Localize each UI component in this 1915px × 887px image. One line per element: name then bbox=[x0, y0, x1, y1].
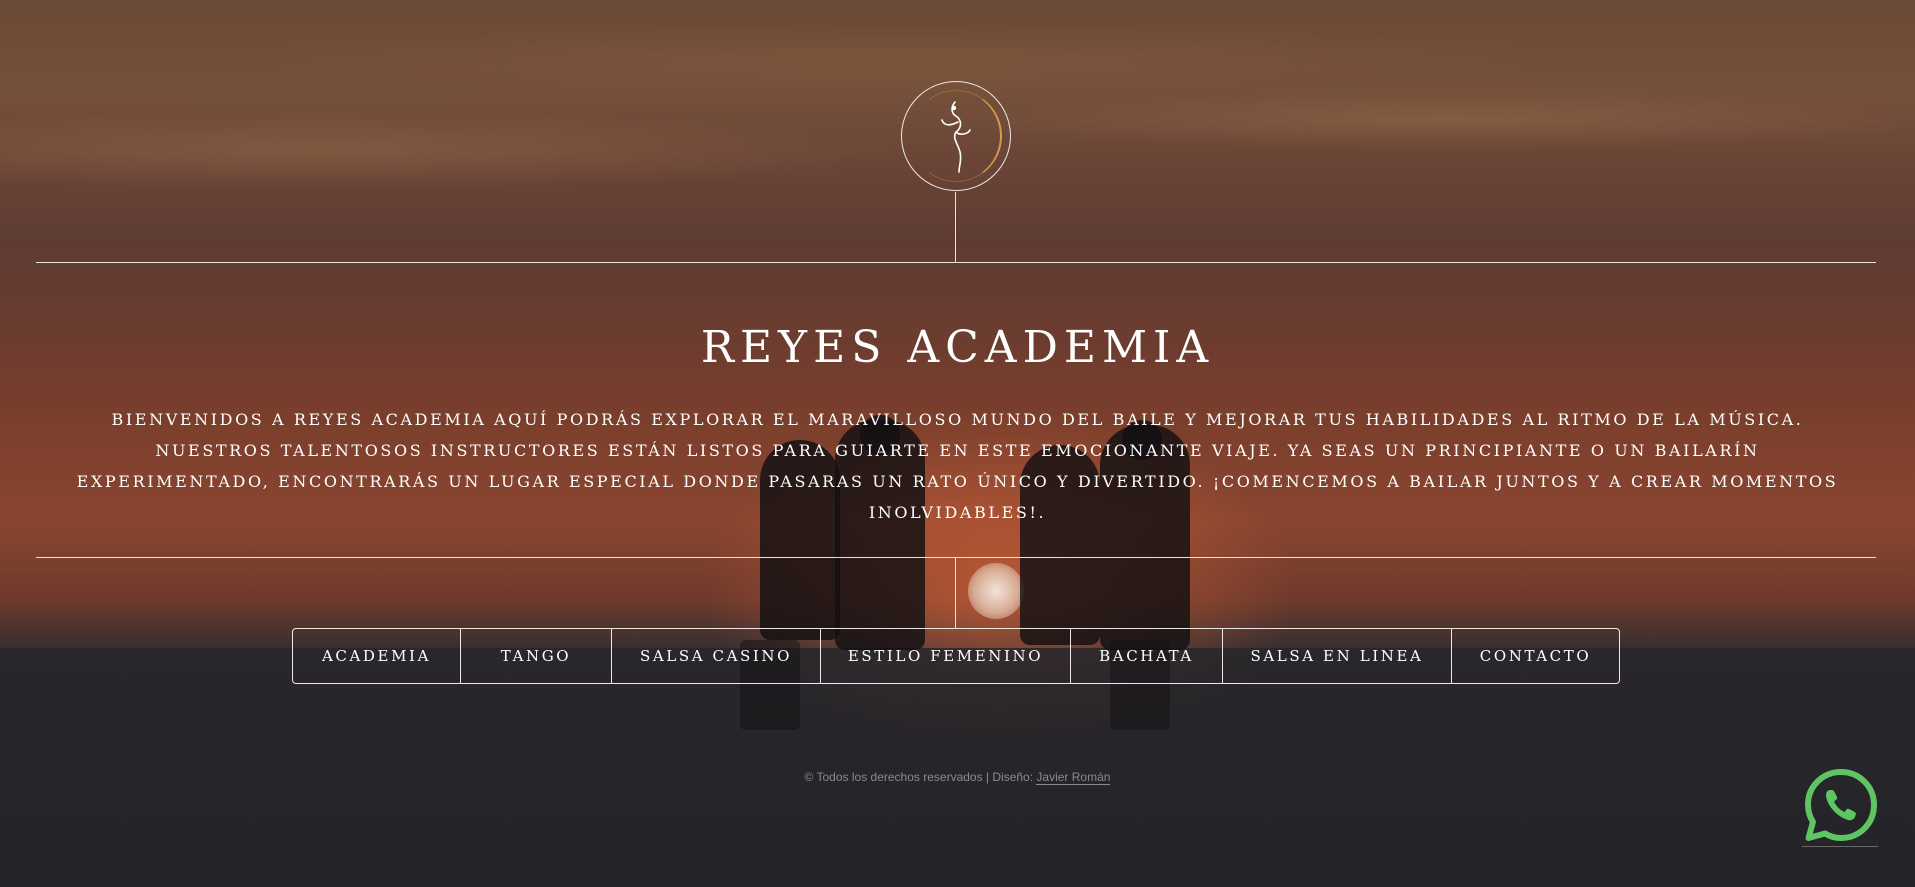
nav-tango[interactable]: TANGO bbox=[461, 629, 612, 683]
nav-connector-line bbox=[955, 557, 956, 628]
page-title: REYES ACADEMIA bbox=[700, 322, 1215, 373]
academy-logo[interactable] bbox=[901, 81, 1011, 191]
intro-text: Bienvenidos a Reyes Academia aquí podrás… bbox=[76, 410, 1839, 522]
bottom-divider bbox=[36, 557, 1876, 558]
top-divider bbox=[36, 262, 1876, 263]
footer: © Todos los derechos reservados | Diseño… bbox=[0, 770, 1915, 785]
designer-link[interactable]: Javier Román bbox=[1036, 770, 1111, 785]
nav-academia[interactable]: ACADEMIA bbox=[293, 629, 461, 683]
footer-copyright: © Todos los derechos reservados | Diseño… bbox=[804, 770, 1034, 784]
main-nav: ACADEMIA TANGO SALSA CASINO ESTILO FEMEN… bbox=[292, 628, 1620, 684]
nav-salsa-casino[interactable]: SALSA CASINO bbox=[612, 629, 821, 683]
nav-estilo-femenino[interactable]: ESTILO FEMENINO bbox=[821, 629, 1071, 683]
whatsapp-button[interactable] bbox=[1802, 766, 1880, 844]
nav-salsa-en-linea[interactable]: SALSA EN LINEA bbox=[1223, 629, 1452, 683]
whatsapp-icon bbox=[1805, 769, 1877, 841]
nav-contacto[interactable]: CONTACTO bbox=[1452, 629, 1619, 683]
whatsapp-underline bbox=[1802, 846, 1878, 847]
nav-bachata[interactable]: BACHATA bbox=[1071, 629, 1223, 683]
dancer-logo-icon bbox=[941, 101, 971, 173]
logo-connector-line bbox=[955, 192, 956, 262]
sunset-sun bbox=[968, 563, 1024, 619]
